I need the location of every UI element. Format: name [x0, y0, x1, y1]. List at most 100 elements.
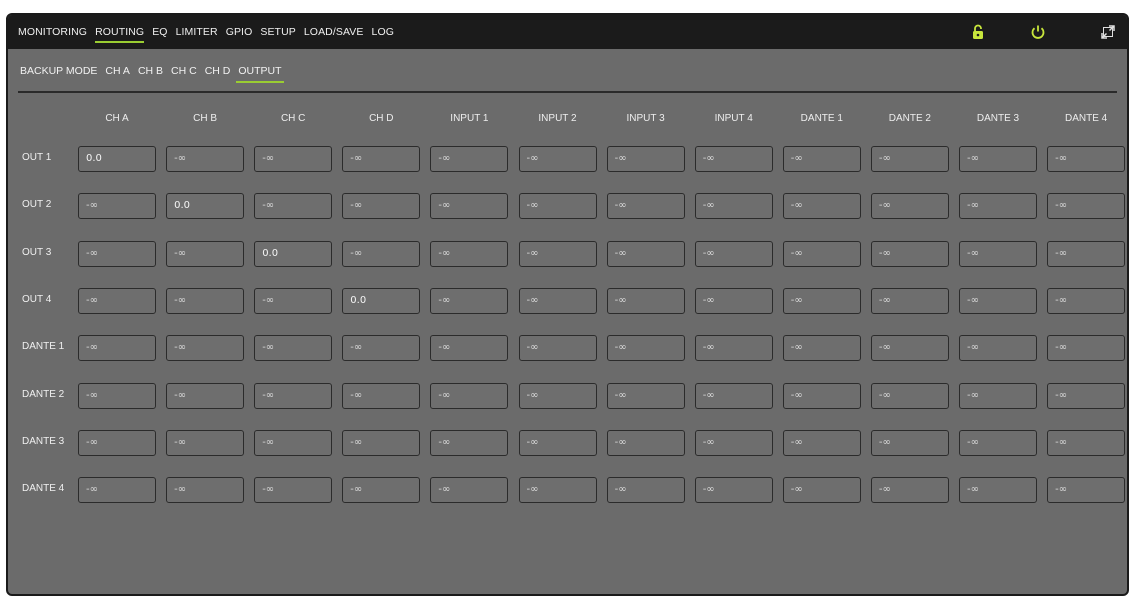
- gain-field[interactable]: -∞: [342, 382, 421, 409]
- gain-field[interactable]: 0.0: [254, 240, 333, 267]
- gain-field[interactable]: -∞: [694, 429, 773, 456]
- gain-field[interactable]: -∞: [166, 335, 245, 362]
- gain-field[interactable]: -∞: [694, 240, 773, 267]
- tab-setup[interactable]: SETUP: [260, 26, 296, 38]
- subtab-ch-d[interactable]: CH D: [205, 65, 231, 77]
- gain-field[interactable]: -∞: [870, 477, 949, 504]
- gain-field[interactable]: -∞: [1047, 429, 1126, 456]
- gain-field[interactable]: -∞: [254, 335, 333, 362]
- gain-field[interactable]: -∞: [1047, 335, 1126, 362]
- gain-field[interactable]: -∞: [1047, 477, 1126, 504]
- gain-field[interactable]: 0.0: [342, 287, 421, 314]
- gain-field[interactable]: -∞: [78, 429, 156, 456]
- gain-field[interactable]: -∞: [959, 335, 1037, 362]
- gain-field[interactable]: -∞: [518, 240, 597, 267]
- gain-field[interactable]: -∞: [254, 429, 333, 456]
- gain-field[interactable]: -∞: [870, 335, 949, 362]
- gain-field[interactable]: -∞: [606, 146, 685, 172]
- gain-field[interactable]: -∞: [870, 146, 949, 172]
- gain-field[interactable]: -∞: [694, 287, 773, 314]
- expand-icon[interactable]: [1099, 23, 1117, 41]
- gain-field[interactable]: -∞: [518, 429, 597, 456]
- gain-field[interactable]: -∞: [166, 146, 245, 172]
- subtab-ch-c[interactable]: CH C: [171, 65, 197, 77]
- tab-gpio[interactable]: GPIO: [226, 26, 253, 38]
- gain-field[interactable]: -∞: [518, 146, 597, 172]
- gain-field[interactable]: -∞: [342, 240, 421, 267]
- subtab-ch-a[interactable]: CH A: [105, 65, 130, 77]
- tab-monitoring[interactable]: MONITORING: [18, 26, 87, 38]
- gain-field[interactable]: -∞: [166, 477, 245, 504]
- gain-field[interactable]: -∞: [342, 477, 421, 504]
- gain-field[interactable]: -∞: [870, 429, 949, 456]
- gain-field[interactable]: -∞: [782, 193, 861, 220]
- gain-field[interactable]: -∞: [254, 477, 333, 504]
- gain-field[interactable]: -∞: [78, 193, 156, 220]
- gain-field[interactable]: -∞: [254, 382, 333, 409]
- gain-field[interactable]: -∞: [694, 382, 773, 409]
- tab-routing[interactable]: ROUTING: [95, 26, 145, 43]
- gain-field[interactable]: -∞: [254, 287, 333, 314]
- gain-field[interactable]: 0.0: [166, 193, 245, 220]
- gain-field[interactable]: -∞: [430, 335, 509, 362]
- gain-field[interactable]: -∞: [342, 429, 421, 456]
- gain-field[interactable]: -∞: [166, 429, 245, 456]
- gain-field[interactable]: -∞: [430, 240, 509, 267]
- gain-field[interactable]: -∞: [1047, 382, 1126, 409]
- gain-field[interactable]: -∞: [606, 287, 685, 314]
- gain-field[interactable]: -∞: [518, 477, 597, 504]
- gain-field[interactable]: -∞: [254, 146, 333, 172]
- gain-field[interactable]: -∞: [430, 287, 509, 314]
- gain-field[interactable]: -∞: [342, 335, 421, 362]
- lock-icon[interactable]: [969, 23, 987, 41]
- gain-field[interactable]: -∞: [254, 193, 333, 220]
- gain-field[interactable]: -∞: [870, 240, 949, 267]
- gain-field[interactable]: -∞: [606, 382, 685, 409]
- gain-field[interactable]: 0.0: [78, 146, 156, 172]
- gain-field[interactable]: -∞: [430, 146, 509, 172]
- gain-field[interactable]: -∞: [606, 240, 685, 267]
- gain-field[interactable]: -∞: [959, 477, 1037, 504]
- gain-field[interactable]: -∞: [782, 240, 861, 267]
- gain-field[interactable]: -∞: [694, 193, 773, 220]
- gain-field[interactable]: -∞: [430, 382, 509, 409]
- gain-field[interactable]: -∞: [518, 382, 597, 409]
- gain-field[interactable]: -∞: [606, 477, 685, 504]
- gain-field[interactable]: -∞: [870, 382, 949, 409]
- gain-field[interactable]: -∞: [606, 429, 685, 456]
- gain-field[interactable]: -∞: [959, 240, 1037, 267]
- gain-field[interactable]: -∞: [606, 335, 685, 362]
- gain-field[interactable]: -∞: [518, 287, 597, 314]
- gain-field[interactable]: -∞: [782, 335, 861, 362]
- gain-field[interactable]: -∞: [870, 193, 949, 220]
- gain-field[interactable]: -∞: [959, 382, 1037, 409]
- tab-eq[interactable]: EQ: [152, 26, 167, 38]
- tab-log[interactable]: LOG: [372, 26, 394, 38]
- gain-field[interactable]: -∞: [430, 193, 509, 220]
- gain-field[interactable]: -∞: [430, 429, 509, 456]
- power-icon[interactable]: [1029, 23, 1047, 41]
- gain-field[interactable]: -∞: [1047, 193, 1126, 220]
- gain-field[interactable]: -∞: [1047, 146, 1126, 172]
- gain-field[interactable]: -∞: [518, 335, 597, 362]
- subtab-ch-b[interactable]: CH B: [138, 65, 163, 77]
- gain-field[interactable]: -∞: [782, 287, 861, 314]
- gain-field[interactable]: -∞: [342, 146, 421, 172]
- gain-field[interactable]: -∞: [782, 429, 861, 456]
- gain-field[interactable]: -∞: [78, 335, 156, 362]
- gain-field[interactable]: -∞: [78, 240, 156, 267]
- gain-field[interactable]: -∞: [782, 477, 861, 504]
- gain-field[interactable]: -∞: [694, 335, 773, 362]
- gain-field[interactable]: -∞: [1047, 287, 1126, 314]
- gain-field[interactable]: -∞: [166, 382, 245, 409]
- gain-field[interactable]: -∞: [959, 193, 1037, 220]
- gain-field[interactable]: -∞: [78, 477, 156, 504]
- gain-field[interactable]: -∞: [166, 240, 245, 267]
- gain-field[interactable]: -∞: [1047, 240, 1126, 267]
- gain-field[interactable]: -∞: [342, 193, 421, 220]
- gain-field[interactable]: -∞: [694, 477, 773, 504]
- tab-load-save[interactable]: LOAD/SAVE: [304, 26, 364, 38]
- gain-field[interactable]: -∞: [959, 429, 1037, 456]
- gain-field[interactable]: -∞: [870, 287, 949, 314]
- subtab-output[interactable]: OUTPUT: [236, 65, 284, 83]
